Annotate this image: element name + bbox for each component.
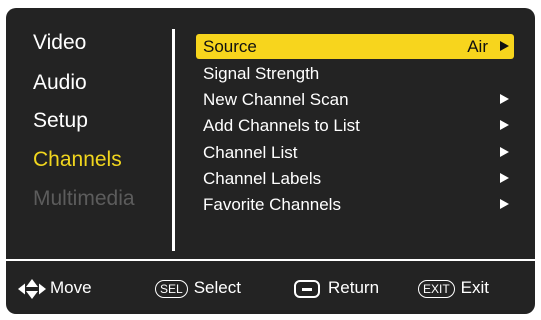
button-hint-bar: Move SEL Select Return EXIT Exit <box>6 261 535 314</box>
menu-divider-vertical <box>172 29 175 251</box>
submenu-item-label: Source <box>203 37 257 56</box>
submenu-item-new-channel-scan[interactable]: New Channel Scan <box>196 87 514 112</box>
menu-item-video[interactable]: Video <box>33 30 86 56</box>
main-menu: Video Audio Setup Channels Multimedia <box>6 8 176 258</box>
submenu-item-label: New Channel Scan <box>203 90 349 109</box>
submenu-item-favorite-channels[interactable]: Favorite Channels <box>196 192 514 217</box>
submenu-item-add-channels-to-list[interactable]: Add Channels to List <box>196 113 514 138</box>
menu-item-audio[interactable]: Audio <box>33 70 87 96</box>
submenu-item-label: Add Channels to List <box>203 116 360 135</box>
submenu-item-label: Signal Strength <box>203 64 320 83</box>
submenu-item-label: Channel List <box>203 143 298 162</box>
chevron-right-icon <box>500 41 509 51</box>
hint-move: Move <box>18 275 92 301</box>
chevron-right-icon <box>500 173 509 183</box>
submenu-item-channel-list[interactable]: Channel List <box>196 140 514 165</box>
submenu-item-label: Favorite Channels <box>203 195 341 214</box>
tv-osd-menu: Video Audio Setup Channels Multimedia So… <box>6 8 535 314</box>
menu-item-multimedia: Multimedia <box>33 187 135 210</box>
submenu-item-source[interactable]: Source Air <box>196 34 514 59</box>
hint-exit-label: Exit <box>460 278 490 297</box>
hint-move-label: Move <box>50 278 92 297</box>
submenu-item-channel-labels[interactable]: Channel Labels <box>196 166 514 191</box>
chevron-right-icon <box>500 199 509 209</box>
menu-item-channels[interactable]: Channels <box>33 147 122 173</box>
hint-exit: EXIT Exit <box>418 275 489 301</box>
arrow-keys-icon <box>18 278 46 299</box>
chevron-right-icon <box>500 147 509 157</box>
submenu-item-signal-strength[interactable]: Signal Strength <box>196 61 514 86</box>
return-key-icon <box>294 279 320 298</box>
hint-return-label: Return <box>328 278 380 297</box>
hint-select-label: Select <box>193 278 241 297</box>
source-value: Air <box>467 37 488 56</box>
chevron-right-icon <box>500 94 509 104</box>
chevron-right-icon <box>500 120 509 130</box>
hint-return: Return <box>294 275 379 301</box>
sel-key-icon: SEL <box>155 279 188 298</box>
submenu-item-label: Channel Labels <box>203 169 322 188</box>
exit-key-icon: EXIT <box>418 279 455 298</box>
hint-select: SEL Select <box>155 275 241 301</box>
menu-item-setup[interactable]: Setup <box>33 108 88 134</box>
